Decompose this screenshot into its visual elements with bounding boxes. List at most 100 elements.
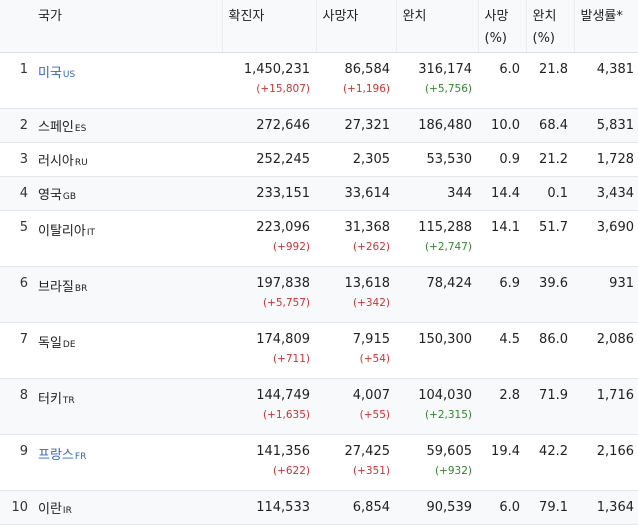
table-row: 10 이란IR 114,533 6,854 90,539 6.0 79.1 1,364 [0, 490, 638, 525]
deaths-cell: 27,321 [316, 108, 396, 143]
table-header: 국가 확진자 사망자 완치 사망 (%) 완치 (%) 발생률* [0, 0, 638, 53]
confirmed-cell: 141,356 (+622) [222, 434, 316, 491]
country-code: GB [62, 191, 77, 202]
recovery-rate-cell: 79.1 [526, 490, 574, 525]
country-stats-table: 국가 확진자 사망자 완치 사망 (%) 완치 (%) 발생률* 1 미국US 1,… [0, 0, 638, 525]
rank-cell: 3 [0, 142, 32, 177]
confirmed-cell: 272,646 [222, 108, 316, 143]
country-name: 터키 [38, 391, 62, 407]
recovered-cell: 90,539 [396, 490, 478, 525]
recovery-rate-value: 21.8 [539, 61, 568, 77]
recovered-cell: 78,424 [396, 266, 478, 323]
death-rate-cell: 14.1 [478, 210, 526, 267]
confirmed-delta: (+5,757) [262, 296, 310, 309]
header-incidence[interactable]: 발생률* [574, 0, 638, 53]
recovery-rate-cell: 51.7 [526, 210, 574, 267]
recovered-cell: 150,300 [396, 322, 478, 379]
table-row: 2 스페인ES 272,646 27,321 186,480 10.0 68.4 5,831 [0, 108, 638, 143]
country-link[interactable]: 미국 [38, 66, 62, 81]
table-row: 5 이탈리아IT 223,096 (+992) 31,368 (+262) 115,288(… [0, 210, 638, 267]
country-code: BR [74, 283, 88, 294]
confirmed-delta: (+992) [272, 240, 310, 253]
recovery-rate-cell: 68.4 [526, 108, 574, 143]
header-deaths[interactable]: 사망자 [316, 0, 397, 53]
country-cell: 독일DE [32, 322, 222, 379]
deaths-cell: 27,425 (+351) [316, 434, 396, 491]
death-rate-cell: 6.0 [478, 490, 526, 525]
confirmed-cell: 197,838 (+5,757) [222, 266, 316, 323]
incidence-cell: 931 [574, 266, 638, 323]
incidence-cell: 5,831 [574, 108, 638, 143]
deaths-value: 33,614 [344, 185, 391, 201]
recovery-rate-value: 0.1 [547, 185, 568, 201]
header-recovery-rate[interactable]: 완치 (%) [526, 0, 575, 53]
incidence-cell: 1,716 [574, 378, 638, 435]
incidence-value: 4,381 [596, 61, 634, 77]
confirmed-cell: 174,809 (+711) [222, 322, 316, 379]
confirmed-cell: 1,450,231 (+15,807) [222, 52, 316, 109]
table-row: 8 터키TR 144,749 (+1,635) 4,007 (+55) 104,030 (+2… [0, 378, 638, 435]
country-code[interactable]: FR [75, 452, 86, 462]
death-rate-value: 4.5 [499, 331, 520, 347]
incidence-value: 1,728 [596, 151, 634, 167]
header-recovered[interactable]: 완치 [396, 0, 479, 53]
table-row: 6 브라질BR 197,838 (+5,757) 13,618 (+342) 78,424 6… [0, 266, 638, 323]
header-confirmed[interactable]: 확진자 [222, 0, 317, 53]
country-name: 이탈리아 [38, 223, 86, 239]
rank-cell: 10 [0, 490, 32, 525]
country-cell: 러시아RU [32, 142, 222, 177]
confirmed-delta: (+711) [272, 352, 310, 365]
confirmed-cell: 144,749 (+1,635) [222, 378, 316, 435]
recovery-rate-value: 39.6 [539, 275, 568, 291]
deaths-delta: (+54) [359, 352, 390, 365]
incidence-cell: 3,690 [574, 210, 638, 267]
recovered-delta: (+5,756) [424, 82, 472, 95]
rank-cell: 4 [0, 176, 32, 211]
death-rate-value: 6.9 [499, 275, 520, 291]
rank-cell: 2 [0, 108, 32, 143]
recovered-cell: 186,480 [396, 108, 478, 143]
deaths-delta: (+351) [352, 464, 390, 477]
rank-cell: 1 [0, 52, 32, 109]
header-death-rate[interactable]: 사망 (%) [478, 0, 527, 53]
recovery-rate-cell: 42.2 [526, 434, 574, 491]
country-cell[interactable]: 미국US [32, 52, 222, 109]
rank-cell: 9 [0, 434, 32, 491]
country-cell: 이란IR [32, 490, 222, 525]
recovered-cell: 53,530 [396, 142, 478, 177]
confirmed-value: 272,646 [256, 117, 310, 133]
deaths-delta: (+342) [352, 296, 390, 309]
recovered-value: 115,288 [418, 219, 472, 235]
death-rate-value: 19.4 [491, 443, 520, 459]
confirmed-cell: 114,533 [222, 490, 316, 525]
recovery-rate-value: 21.2 [539, 151, 568, 167]
confirmed-delta: (+622) [272, 464, 310, 477]
deaths-delta: (+1,196) [342, 82, 390, 95]
deaths-cell: 6,854 [316, 490, 396, 525]
country-name: 러시아 [38, 153, 74, 169]
confirmed-value: 1,450,231 [243, 61, 310, 77]
confirmed-delta: (+1,635) [262, 408, 310, 421]
recovered-value: 53,530 [426, 151, 473, 167]
country-code[interactable]: US [63, 70, 75, 80]
header-country[interactable]: 국가 [32, 0, 223, 53]
rank-cell: 7 [0, 322, 32, 379]
confirmed-value: 144,749 [256, 387, 310, 403]
incidence-cell: 4,381 [574, 52, 638, 109]
country-cell: 스페인ES [32, 108, 222, 143]
death-rate-value: 6.0 [499, 61, 520, 77]
rank-cell: 5 [0, 210, 32, 267]
incidence-cell: 2,086 [574, 322, 638, 379]
deaths-delta: (+55) [359, 408, 390, 421]
table-row: 9 프랑스FR 141,356 (+622) 27,425 (+351) 59,605 (+9… [0, 434, 638, 491]
confirmed-value: 197,838 [256, 275, 310, 291]
deaths-value: 13,618 [344, 275, 391, 291]
confirmed-delta: (+15,807) [256, 82, 310, 95]
death-rate-cell: 0.9 [478, 142, 526, 177]
death-rate-cell: 2.8 [478, 378, 526, 435]
country-link[interactable]: 프랑스 [38, 448, 74, 463]
country-cell[interactable]: 프랑스FR [32, 434, 222, 491]
recovered-value: 78,424 [426, 275, 473, 291]
recovered-value: 344 [447, 185, 472, 201]
deaths-value: 2,305 [352, 151, 390, 167]
